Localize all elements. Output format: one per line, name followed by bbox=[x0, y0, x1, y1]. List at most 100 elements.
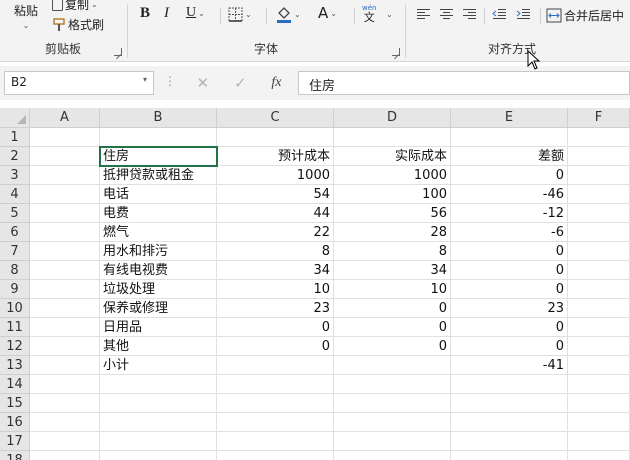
row-header-11[interactable]: 11 bbox=[0, 318, 30, 337]
cell-a2[interactable] bbox=[30, 147, 100, 166]
cell-e15[interactable] bbox=[451, 394, 568, 413]
cell-b14[interactable] bbox=[100, 375, 217, 394]
cell-d18[interactable] bbox=[334, 451, 451, 460]
row-header-14[interactable]: 14 bbox=[0, 375, 30, 394]
cell-b12[interactable]: 其他 bbox=[100, 337, 217, 356]
cell-e12[interactable]: 0 bbox=[451, 337, 568, 356]
cell-e14[interactable] bbox=[451, 375, 568, 394]
cell-d4[interactable]: 100 bbox=[334, 185, 451, 204]
cell-e8[interactable]: 0 bbox=[451, 261, 568, 280]
align-left-button[interactable] bbox=[416, 8, 431, 21]
cell-e1[interactable] bbox=[451, 128, 568, 147]
cell-f11[interactable] bbox=[568, 318, 630, 337]
cell-b1[interactable] bbox=[100, 128, 217, 147]
paste-button[interactable]: 粘贴 ⌄ bbox=[14, 2, 38, 30]
cell-a5[interactable] bbox=[30, 204, 100, 223]
row-header-12[interactable]: 12 bbox=[0, 337, 30, 356]
italic-button[interactable]: I bbox=[164, 5, 169, 22]
column-header-b[interactable]: B bbox=[100, 108, 217, 128]
cell-f8[interactable] bbox=[568, 261, 630, 280]
cell-d9[interactable]: 10 bbox=[334, 280, 451, 299]
cell-a7[interactable] bbox=[30, 242, 100, 261]
row-header-4[interactable]: 4 bbox=[0, 185, 30, 204]
insert-function-icon[interactable]: fx bbox=[271, 75, 281, 91]
cell-d3[interactable]: 1000 bbox=[334, 166, 451, 185]
clipboard-dialog-launcher-icon[interactable] bbox=[114, 48, 122, 56]
cancel-icon[interactable]: ✕ bbox=[196, 74, 209, 92]
font-color-button[interactable]: A ⌄ bbox=[318, 4, 337, 22]
cell-e7[interactable]: 0 bbox=[451, 242, 568, 261]
cell-c4[interactable]: 54 bbox=[217, 185, 334, 204]
cell-f6[interactable] bbox=[568, 223, 630, 242]
confirm-icon[interactable]: ✓ bbox=[234, 74, 247, 92]
cell-e13[interactable]: -41 bbox=[451, 356, 568, 375]
row-header-7[interactable]: 7 bbox=[0, 242, 30, 261]
merge-center-button[interactable]: 合并后居中 bbox=[546, 7, 624, 24]
cell-a16[interactable] bbox=[30, 413, 100, 432]
cell-c10[interactable]: 23 bbox=[217, 299, 334, 318]
cell-f16[interactable] bbox=[568, 413, 630, 432]
cell-f17[interactable] bbox=[568, 432, 630, 451]
cell-b2[interactable]: 住房 bbox=[99, 146, 218, 167]
cell-a17[interactable] bbox=[30, 432, 100, 451]
cell-c12[interactable]: 0 bbox=[217, 337, 334, 356]
cell-a1[interactable] bbox=[30, 128, 100, 147]
cell-f3[interactable] bbox=[568, 166, 630, 185]
cell-a15[interactable] bbox=[30, 394, 100, 413]
cell-d16[interactable] bbox=[334, 413, 451, 432]
cell-c2[interactable]: 预计成本 bbox=[217, 147, 334, 166]
cell-c11[interactable]: 0 bbox=[217, 318, 334, 337]
formula-input[interactable]: 住房 bbox=[298, 71, 630, 95]
cell-a3[interactable] bbox=[30, 166, 100, 185]
cell-e3[interactable]: 0 bbox=[451, 166, 568, 185]
bold-button[interactable]: B bbox=[140, 5, 150, 22]
cell-b11[interactable]: 日用品 bbox=[100, 318, 217, 337]
cell-b6[interactable]: 燃气 bbox=[100, 223, 217, 242]
cell-f7[interactable] bbox=[568, 242, 630, 261]
cell-d1[interactable] bbox=[334, 128, 451, 147]
column-header-f[interactable]: F bbox=[568, 108, 630, 128]
row-header-9[interactable]: 9 bbox=[0, 280, 30, 299]
cell-d11[interactable]: 0 bbox=[334, 318, 451, 337]
cell-e5[interactable]: -12 bbox=[451, 204, 568, 223]
cell-f1[interactable] bbox=[568, 128, 630, 147]
cell-a11[interactable] bbox=[30, 318, 100, 337]
cell-b9[interactable]: 垃圾处理 bbox=[100, 280, 217, 299]
cell-d7[interactable]: 8 bbox=[334, 242, 451, 261]
column-header-e[interactable]: E bbox=[451, 108, 568, 128]
cell-a12[interactable] bbox=[30, 337, 100, 356]
cell-c13[interactable] bbox=[217, 356, 334, 375]
row-header-8[interactable]: 8 bbox=[0, 261, 30, 280]
cell-d8[interactable]: 34 bbox=[334, 261, 451, 280]
row-header-17[interactable]: 17 bbox=[0, 432, 30, 451]
cell-c8[interactable]: 34 bbox=[217, 261, 334, 280]
cell-e10[interactable]: 23 bbox=[451, 299, 568, 318]
cell-c15[interactable] bbox=[217, 394, 334, 413]
cell-d10[interactable]: 0 bbox=[334, 299, 451, 318]
name-box[interactable]: B2 ▾ bbox=[4, 71, 154, 95]
borders-button[interactable]: ⌄ bbox=[228, 7, 252, 22]
cell-e6[interactable]: -6 bbox=[451, 223, 568, 242]
cell-a6[interactable] bbox=[30, 223, 100, 242]
cell-d12[interactable]: 0 bbox=[334, 337, 451, 356]
cell-f14[interactable] bbox=[568, 375, 630, 394]
align-center-button[interactable] bbox=[439, 8, 454, 21]
more-options-icon[interactable]: ⋮ bbox=[164, 74, 177, 88]
column-header-a[interactable]: A bbox=[30, 108, 100, 128]
cell-c5[interactable]: 44 bbox=[217, 204, 334, 223]
cell-b17[interactable] bbox=[100, 432, 217, 451]
cell-f5[interactable] bbox=[568, 204, 630, 223]
cell-a9[interactable] bbox=[30, 280, 100, 299]
cell-b15[interactable] bbox=[100, 394, 217, 413]
increase-indent-button[interactable] bbox=[516, 8, 531, 21]
cell-a10[interactable] bbox=[30, 299, 100, 318]
column-header-d[interactable]: D bbox=[334, 108, 451, 128]
row-header-10[interactable]: 10 bbox=[0, 299, 30, 318]
column-header-c[interactable]: C bbox=[217, 108, 334, 128]
underline-button[interactable]: U ⌄ bbox=[186, 5, 205, 21]
cell-f2[interactable] bbox=[568, 147, 630, 166]
cell-f18[interactable] bbox=[568, 451, 630, 460]
row-header-1[interactable]: 1 bbox=[0, 128, 30, 147]
cell-d6[interactable]: 28 bbox=[334, 223, 451, 242]
row-header-15[interactable]: 15 bbox=[0, 394, 30, 413]
